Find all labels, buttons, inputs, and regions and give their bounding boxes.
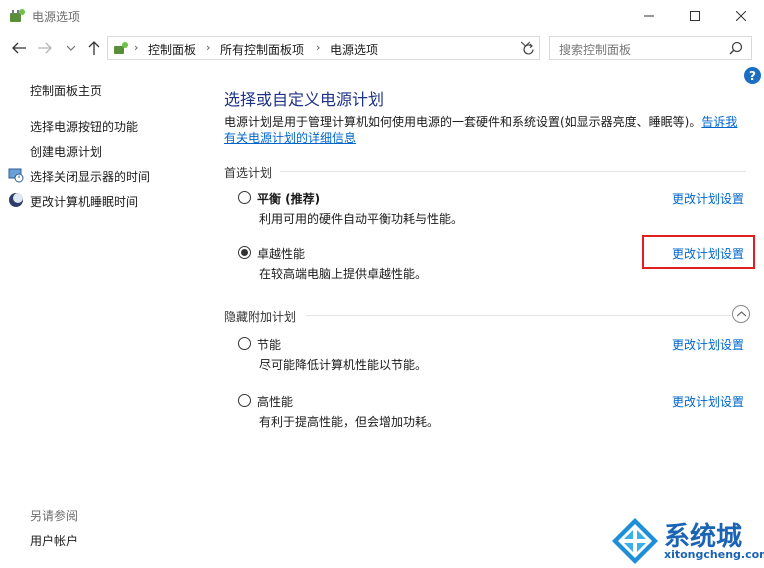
title-bar: 电源选项 [0,0,764,32]
breadcrumb-separator: › [134,41,139,54]
breadcrumb-separator[interactable]: › [206,41,210,54]
plan-description: 在较高端电脑上提供卓越性能。 [259,267,428,281]
radio-high-performance[interactable] [238,394,251,407]
watermark-url: xitongcheng.com [664,548,764,561]
page-description: 电源计划是用于管理计算机如何使用电源的一套硬件和系统设置(如显示器亮度、睡眠等)… [224,114,749,146]
breadcrumb-power-options[interactable]: 电源选项 [330,41,378,58]
divider [280,171,746,172]
control-panel-icon [114,42,128,54]
search-input[interactable]: 搜索控制面板 [549,36,752,60]
change-plan-settings-link[interactable]: 更改计划设置 [672,393,744,410]
sidebar-item-display-off-time[interactable]: 选择关闭显示器的时间 [8,168,151,185]
arrow-up-icon [88,41,100,55]
up-button[interactable] [85,39,103,57]
arrow-right-icon [38,42,52,54]
watermark: 系统城 xitongcheng.com [610,512,764,568]
change-plan-settings-link[interactable]: 更改计划设置 [672,190,744,207]
radio-balanced[interactable] [238,191,251,204]
back-button[interactable] [10,39,28,57]
sidebar-item-label: 选择关闭显示器的时间 [30,170,151,184]
breadcrumb-control-panel[interactable]: 控制面板 [148,41,196,58]
sidebar-item-user-accounts[interactable]: 用户帐户 [30,532,78,549]
monitor-clock-icon [8,168,24,183]
highlight-annotation [642,235,755,269]
plan-description: 利用可用的硬件自动平衡功耗与性能。 [259,212,464,226]
forward-button[interactable] [36,39,54,57]
search-icon[interactable] [728,40,744,56]
maximize-button[interactable] [672,0,718,32]
refresh-icon [522,43,534,55]
chevron-up-icon [736,311,746,317]
radio-power-saver[interactable] [238,337,251,350]
description-text: 电源计划是用于管理计算机如何使用电源的一套硬件和系统设置(如显示器亮度、睡眠等)… [224,115,702,129]
sidebar-item-sleep-time[interactable]: 更改计算机睡眠时间 [9,193,139,210]
search-placeholder: 搜索控制面板 [559,43,632,57]
close-icon [736,11,746,21]
collapse-button[interactable] [732,305,750,323]
plan-name[interactable]: 高性能 [257,393,293,410]
refresh-button[interactable] [518,39,538,59]
arrow-left-icon [12,42,26,54]
plan-name[interactable]: 平衡 (推荐) [257,190,320,207]
window-title: 电源选项 [32,10,81,24]
plan-description: 有利于提高性能，但会增加功耗。 [259,415,440,429]
address-bar[interactable]: › 控制面板 › 所有控制面板项 › 电源选项 [107,36,540,60]
divider [306,315,731,316]
help-icon[interactable]: ? [744,67,761,84]
sidebar-item-power-button-function[interactable]: 选择电源按钮的功能 [30,118,138,135]
sidebar-item-create-power-plan[interactable]: 创建电源计划 [30,143,102,160]
breadcrumb-all-items[interactable]: 所有控制面板项 [220,41,304,58]
radio-ultimate-performance[interactable] [238,246,251,259]
group-heading-preferred: 首选计划 [224,166,273,180]
sidebar-item-label: 更改计算机睡眠时间 [30,195,139,209]
sidebar-item-control-panel-home[interactable]: 控制面板主页 [30,82,102,99]
plan-name[interactable]: 卓越性能 [257,245,305,262]
breadcrumb-separator[interactable]: › [316,41,320,54]
recent-locations-button[interactable] [62,39,80,57]
see-also-heading: 另请参阅 [30,509,79,523]
group-heading-hidden: 隐藏附加计划 [224,310,297,324]
sidebar: 控制面板主页 选择电源按钮的功能 创建电源计划 选择关闭显示器的时间 更改计算机… [0,62,210,568]
page-title: 选择或自定义电源计划 [224,90,385,109]
plan-name[interactable]: 节能 [257,336,281,353]
minimize-button[interactable] [626,0,672,32]
chevron-down-icon [67,45,75,51]
change-plan-settings-link[interactable]: 更改计划设置 [672,336,744,353]
power-options-icon [10,9,25,22]
moon-icon [9,193,23,207]
close-button[interactable] [718,0,764,32]
brand-logo-icon [612,518,658,564]
minimize-icon [644,15,654,17]
maximize-icon [690,11,700,21]
plan-description: 尽可能降低计算机性能以节能。 [259,358,428,372]
